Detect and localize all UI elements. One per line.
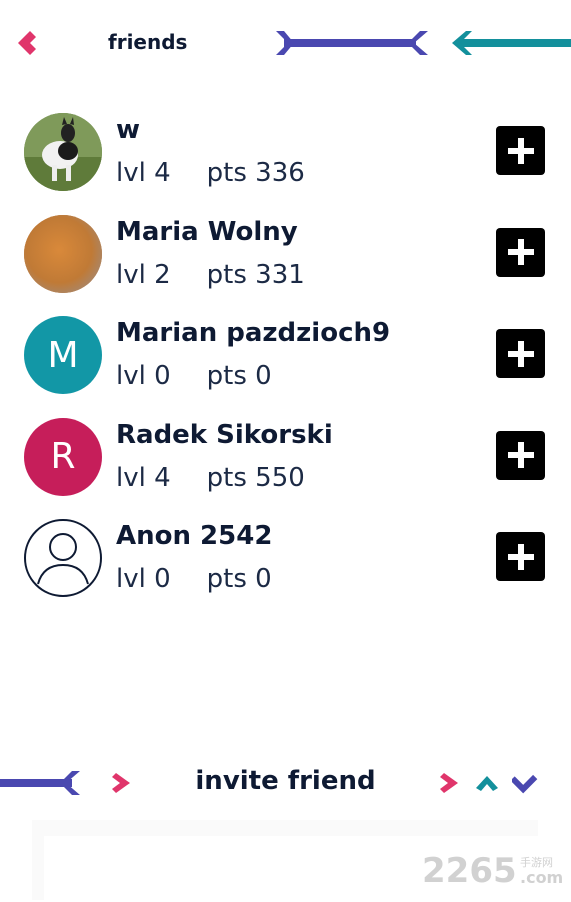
chevron-left-icon bbox=[18, 31, 36, 55]
decorative-arrow-teal bbox=[452, 31, 571, 55]
avatar-initial: M bbox=[47, 334, 79, 376]
friend-name: Radek Sikorski bbox=[116, 419, 333, 450]
watermark-domain: .com bbox=[520, 868, 563, 887]
friend-points: pts 331 bbox=[206, 259, 305, 290]
friend-points: pts 0 bbox=[206, 361, 272, 391]
avatar bbox=[24, 214, 102, 293]
avatar bbox=[24, 113, 102, 191]
friend-stats: lvl 2 pts 331 bbox=[116, 260, 305, 290]
avatar-initial: R bbox=[50, 436, 76, 477]
add-friend-button[interactable] bbox=[496, 227, 545, 277]
friend-name: Anon 2542 bbox=[116, 521, 273, 551]
decorative-arrow-indigo bbox=[276, 31, 428, 55]
friend-stats: lvl 4 pts 550 bbox=[116, 463, 305, 493]
add-friend-button[interactable] bbox=[496, 430, 545, 480]
friend-name: Marian pazdzioch9 bbox=[116, 318, 391, 348]
friend-level: lvl 0 bbox=[116, 564, 171, 594]
friends-list: w lvl 4 pts 336 Maria Wolny lvl 2 pts 33… bbox=[0, 110, 571, 618]
page-title: friends bbox=[108, 30, 188, 54]
watermark-logo: 2265 手游网 .com bbox=[422, 851, 563, 890]
plus-icon bbox=[507, 137, 534, 164]
friend-stats: lvl 0 pts 0 bbox=[116, 361, 272, 391]
friend-row[interactable]: Anon 2542 lvl 0 pts 0 bbox=[0, 516, 571, 618]
chevron-up-icon bbox=[476, 776, 498, 791]
friend-level: lvl 2 bbox=[116, 259, 171, 290]
friend-row[interactable]: w lvl 4 pts 336 bbox=[0, 110, 571, 212]
friend-row[interactable]: Maria Wolny lvl 2 pts 331 bbox=[0, 212, 571, 314]
plus-icon bbox=[507, 442, 534, 468]
friend-points: pts 336 bbox=[206, 158, 305, 188]
plus-icon bbox=[507, 543, 534, 570]
friend-row[interactable]: M Marian pazdzioch9 lvl 0 pts 0 bbox=[0, 313, 571, 415]
friend-row[interactable]: R Radek Sikorski lvl 4 pts 550 bbox=[0, 415, 571, 517]
friend-level: lvl 4 bbox=[116, 158, 171, 188]
avatar bbox=[24, 519, 102, 597]
friend-name: w bbox=[116, 115, 141, 145]
avatar-photo bbox=[24, 113, 102, 191]
friend-level: lvl 0 bbox=[116, 361, 171, 391]
plus-icon bbox=[507, 340, 534, 367]
friend-name: Maria Wolny bbox=[116, 216, 298, 247]
chevron-down-left-icon bbox=[512, 774, 538, 794]
friend-stats: lvl 0 pts 0 bbox=[116, 564, 272, 594]
person-outline-icon bbox=[37, 533, 89, 585]
watermark-number: 2265 bbox=[422, 851, 517, 890]
friend-points: pts 550 bbox=[206, 462, 305, 493]
chevron-right-icon bbox=[440, 773, 458, 793]
add-friend-button[interactable] bbox=[496, 329, 545, 378]
plus-icon bbox=[507, 239, 534, 265]
friend-level: lvl 4 bbox=[116, 462, 171, 493]
back-button[interactable] bbox=[14, 28, 42, 58]
friend-stats: lvl 4 pts 336 bbox=[116, 158, 305, 188]
watermark-chinese: 手游网 bbox=[520, 855, 553, 869]
avatar: R bbox=[24, 417, 102, 496]
add-friend-button[interactable] bbox=[496, 126, 545, 175]
add-friend-button[interactable] bbox=[496, 532, 545, 581]
avatar-photo bbox=[24, 214, 102, 293]
friend-points: pts 0 bbox=[206, 564, 272, 594]
avatar: M bbox=[24, 316, 102, 394]
